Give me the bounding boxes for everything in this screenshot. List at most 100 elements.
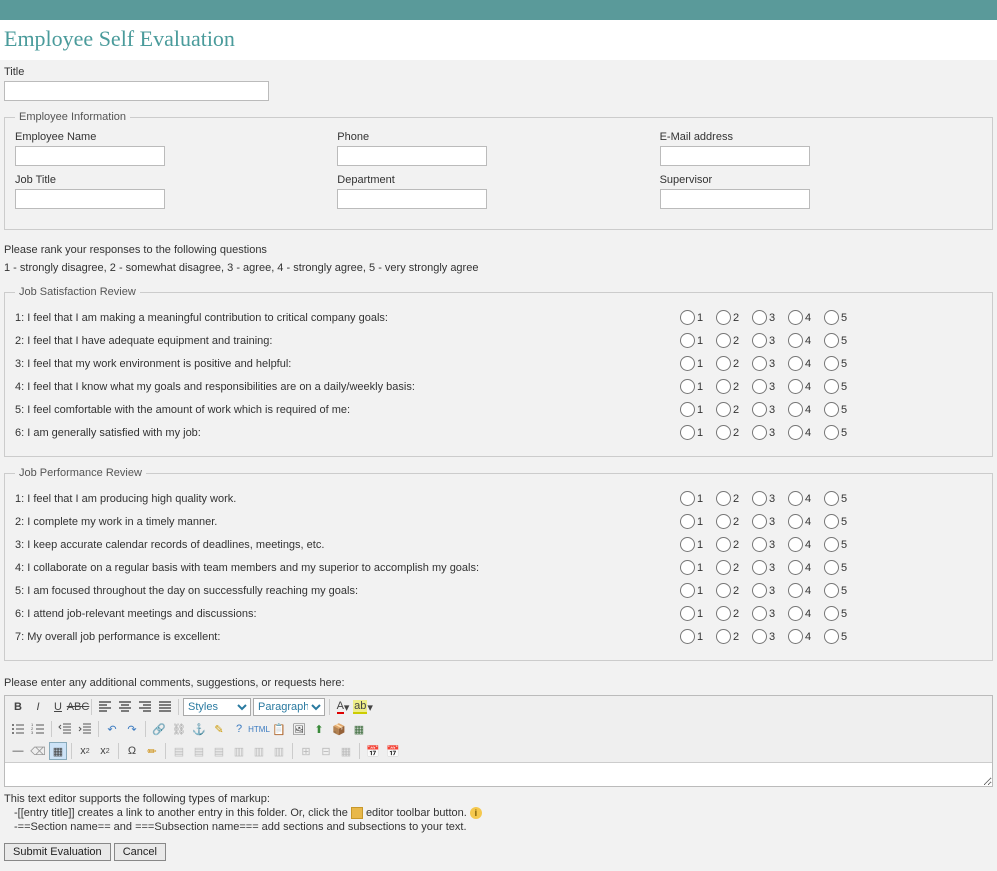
rating-radio[interactable] bbox=[716, 356, 731, 371]
rating-option[interactable]: 4 bbox=[788, 629, 824, 644]
rating-radio[interactable] bbox=[752, 491, 767, 506]
rating-option[interactable]: 3 bbox=[752, 310, 788, 325]
rating-option[interactable]: 4 bbox=[788, 333, 824, 348]
rating-option[interactable]: 3 bbox=[752, 333, 788, 348]
rating-radio[interactable] bbox=[716, 379, 731, 394]
rating-option[interactable]: 2 bbox=[716, 310, 752, 325]
attach-button[interactable]: ⬆ bbox=[310, 720, 328, 738]
rating-radio[interactable] bbox=[788, 629, 803, 644]
rating-radio[interactable] bbox=[752, 629, 767, 644]
rating-radio[interactable] bbox=[716, 491, 731, 506]
comments-textarea[interactable] bbox=[5, 762, 992, 786]
rating-radio[interactable] bbox=[824, 402, 839, 417]
bullet-list-button[interactable] bbox=[9, 720, 27, 738]
rating-radio[interactable] bbox=[788, 333, 803, 348]
subscript-button[interactable]: x2 bbox=[76, 742, 94, 760]
rating-radio[interactable] bbox=[752, 537, 767, 552]
rating-option[interactable]: 4 bbox=[788, 379, 824, 394]
rating-radio[interactable] bbox=[716, 560, 731, 575]
rating-radio[interactable] bbox=[788, 491, 803, 506]
edit-button[interactable]: ✏ bbox=[143, 742, 161, 760]
phone-input[interactable] bbox=[337, 146, 487, 166]
remove-format-button[interactable]: ⌫ bbox=[29, 742, 47, 760]
rating-radio[interactable] bbox=[752, 310, 767, 325]
rating-radio[interactable] bbox=[680, 606, 695, 621]
strike-button[interactable]: ABC bbox=[69, 698, 87, 716]
rating-option[interactable]: 1 bbox=[680, 606, 716, 621]
department-input[interactable] bbox=[337, 189, 487, 209]
rating-radio[interactable] bbox=[788, 310, 803, 325]
col-after-button[interactable]: ▥ bbox=[250, 742, 268, 760]
rating-option[interactable]: 2 bbox=[716, 333, 752, 348]
image-button[interactable]: 🖼 bbox=[290, 720, 308, 738]
align-left-button[interactable] bbox=[96, 698, 114, 716]
rating-radio[interactable] bbox=[716, 333, 731, 348]
rating-radio[interactable] bbox=[716, 514, 731, 529]
split-cells-button[interactable]: ⊟ bbox=[317, 742, 335, 760]
html-button[interactable]: HTML bbox=[250, 720, 268, 738]
align-justify-button[interactable] bbox=[156, 698, 174, 716]
rating-option[interactable]: 4 bbox=[788, 537, 824, 552]
rating-radio[interactable] bbox=[752, 356, 767, 371]
rating-option[interactable]: 1 bbox=[680, 310, 716, 325]
rating-radio[interactable] bbox=[716, 606, 731, 621]
superscript-button[interactable]: x2 bbox=[96, 742, 114, 760]
rating-option[interactable]: 5 bbox=[824, 425, 860, 440]
rating-radio[interactable] bbox=[752, 514, 767, 529]
rating-radio[interactable] bbox=[824, 491, 839, 506]
rating-option[interactable]: 4 bbox=[788, 606, 824, 621]
rating-option[interactable]: 4 bbox=[788, 425, 824, 440]
rating-option[interactable]: 2 bbox=[716, 629, 752, 644]
rating-radio[interactable] bbox=[680, 425, 695, 440]
rating-radio[interactable] bbox=[788, 560, 803, 575]
align-center-button[interactable] bbox=[116, 698, 134, 716]
unlink-button[interactable]: ⛓ bbox=[170, 720, 188, 738]
rating-option[interactable]: 1 bbox=[680, 333, 716, 348]
undo-button[interactable]: ↶ bbox=[103, 720, 121, 738]
highlight-button[interactable]: ab▾ bbox=[354, 698, 372, 716]
link-button[interactable]: 🔗 bbox=[150, 720, 168, 738]
row-after-button[interactable]: ▤ bbox=[190, 742, 208, 760]
media-button[interactable]: ▦ bbox=[350, 720, 368, 738]
rating-radio[interactable] bbox=[788, 583, 803, 598]
rating-option[interactable]: 2 bbox=[716, 425, 752, 440]
rating-option[interactable]: 2 bbox=[716, 606, 752, 621]
rating-radio[interactable] bbox=[752, 425, 767, 440]
rating-option[interactable]: 2 bbox=[716, 583, 752, 598]
rating-radio[interactable] bbox=[788, 356, 803, 371]
rating-option[interactable]: 5 bbox=[824, 310, 860, 325]
rating-option[interactable]: 2 bbox=[716, 491, 752, 506]
col-before-button[interactable]: ▥ bbox=[230, 742, 248, 760]
rating-option[interactable]: 5 bbox=[824, 537, 860, 552]
rating-radio[interactable] bbox=[680, 537, 695, 552]
rating-option[interactable]: 5 bbox=[824, 402, 860, 417]
rating-option[interactable]: 2 bbox=[716, 379, 752, 394]
rating-option[interactable]: 5 bbox=[824, 356, 860, 371]
underline-button[interactable]: U bbox=[49, 698, 67, 716]
rating-option[interactable]: 2 bbox=[716, 560, 752, 575]
rating-option[interactable]: 4 bbox=[788, 514, 824, 529]
rating-option[interactable]: 5 bbox=[824, 560, 860, 575]
bold-button[interactable]: B bbox=[9, 698, 27, 716]
rating-radio[interactable] bbox=[752, 333, 767, 348]
rating-option[interactable]: 1 bbox=[680, 356, 716, 371]
rating-radio[interactable] bbox=[680, 514, 695, 529]
row-delete-button[interactable]: ▤ bbox=[210, 742, 228, 760]
rating-radio[interactable] bbox=[716, 425, 731, 440]
rating-radio[interactable] bbox=[680, 629, 695, 644]
text-color-button[interactable]: A▾ bbox=[334, 698, 352, 716]
rating-option[interactable]: 4 bbox=[788, 356, 824, 371]
rating-radio[interactable] bbox=[788, 606, 803, 621]
col-delete-button[interactable]: ▥ bbox=[270, 742, 288, 760]
rating-radio[interactable] bbox=[824, 629, 839, 644]
rating-option[interactable]: 3 bbox=[752, 606, 788, 621]
rating-radio[interactable] bbox=[824, 356, 839, 371]
rating-option[interactable]: 4 bbox=[788, 583, 824, 598]
rating-radio[interactable] bbox=[788, 514, 803, 529]
rating-option[interactable]: 3 bbox=[752, 379, 788, 394]
supervisor-input[interactable] bbox=[660, 189, 810, 209]
rating-option[interactable]: 4 bbox=[788, 402, 824, 417]
rating-radio[interactable] bbox=[824, 583, 839, 598]
rating-radio[interactable] bbox=[680, 333, 695, 348]
table-props-button[interactable]: ▦ bbox=[337, 742, 355, 760]
